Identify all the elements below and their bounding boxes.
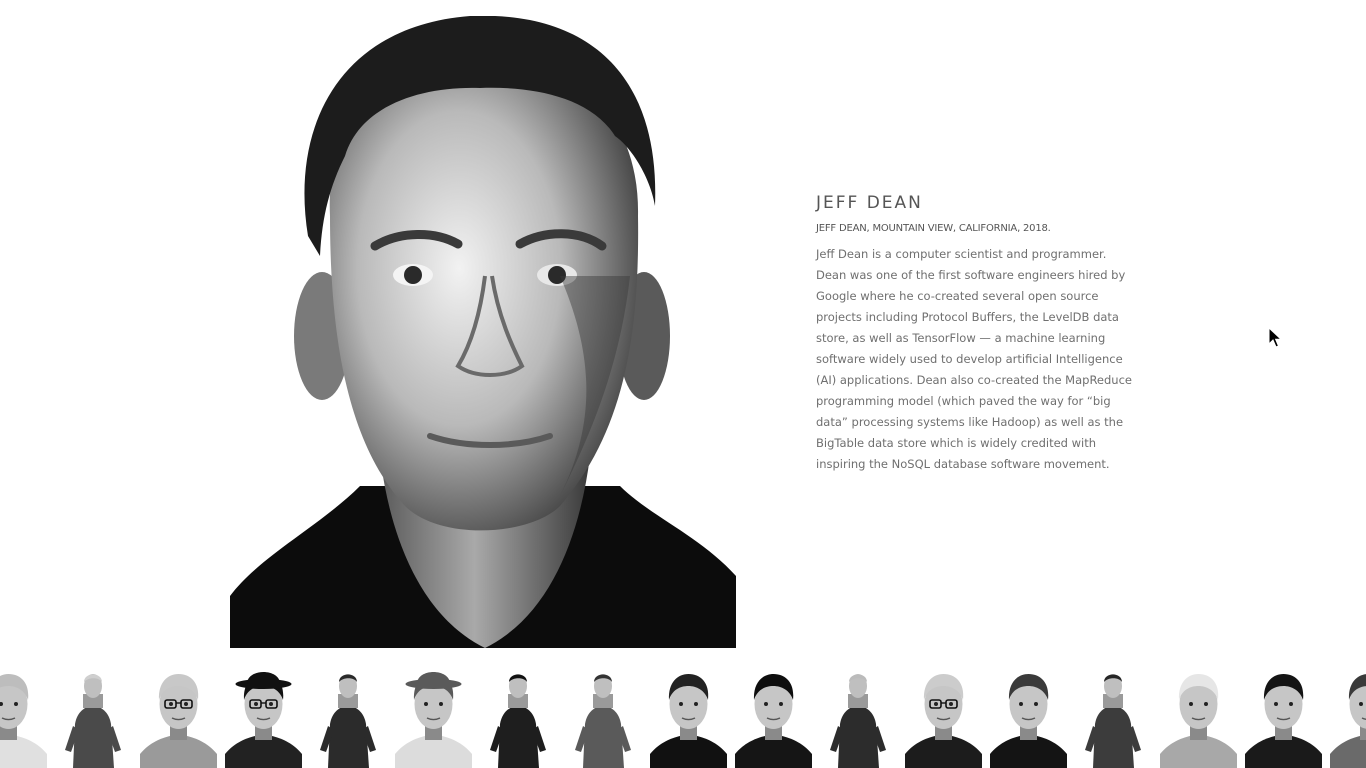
portrait-thumbnail-image (650, 674, 727, 768)
portrait-thumbnail-image (990, 674, 1067, 768)
portrait-thumbnail[interactable] (55, 664, 132, 768)
portrait-thumbnail[interactable] (225, 664, 302, 768)
portrait-thumbnail-image (140, 674, 217, 768)
portrait-thumbnail[interactable] (310, 664, 387, 768)
mouse-cursor-icon (1268, 327, 1282, 348)
portrait-thumbnail[interactable] (0, 664, 47, 768)
portrait-thumbnail-image (65, 674, 121, 768)
bio-text: Jeff Dean is a computer scientist and pr… (816, 247, 1132, 471)
featured-portrait (230, 16, 736, 648)
portrait-thumbnail-image (0, 674, 47, 768)
portrait-thumbnail-image (225, 672, 302, 768)
portrait-thumbnail-image (1085, 674, 1141, 768)
portrait-thumbnail-image (830, 674, 886, 768)
portrait-thumbnail[interactable] (735, 664, 812, 768)
portrait-thumbnail[interactable] (990, 664, 1067, 768)
portrait-thumbnail-image (905, 674, 982, 768)
person-name: JEFF DEAN (816, 193, 923, 213)
bio-panel: JEFF DEAN JEFF DEAN, MOUNTAIN VIEW, CALI… (816, 192, 1138, 475)
portrait-thumbnail-image (395, 672, 472, 768)
portrait-thumbnail[interactable] (480, 664, 557, 768)
portrait-thumbnail-image (1245, 674, 1322, 768)
portrait-thumbnail[interactable] (1330, 664, 1366, 768)
portrait-thumbnail[interactable] (650, 664, 727, 768)
portrait-thumbnail[interactable] (1075, 664, 1152, 768)
portrait-thumbnail[interactable] (905, 664, 982, 768)
portrait-thumbnail[interactable] (565, 664, 642, 768)
photo-caption: JEFF DEAN, MOUNTAIN VIEW, CALIFORNIA, 20… (816, 223, 1051, 234)
thumbnail-strip (0, 664, 1366, 768)
portrait-thumbnail-image (490, 674, 546, 768)
portrait-thumbnail[interactable] (395, 664, 472, 768)
portrait-thumbnail[interactable] (140, 664, 217, 768)
portrait-thumbnail-image (735, 674, 812, 768)
portrait-thumbnail[interactable] (1245, 664, 1322, 768)
portrait-thumbnail-image (320, 674, 376, 768)
portrait-thumbnail-image (575, 674, 631, 768)
portrait-thumbnail-image (1160, 674, 1237, 768)
portrait-thumbnail[interactable] (820, 664, 897, 768)
portrait-thumbnail[interactable] (1160, 664, 1237, 768)
page: JEFF DEAN JEFF DEAN, MOUNTAIN VIEW, CALI… (0, 0, 1366, 768)
featured-portrait-image (230, 16, 736, 648)
portrait-thumbnail-image (1330, 674, 1366, 768)
